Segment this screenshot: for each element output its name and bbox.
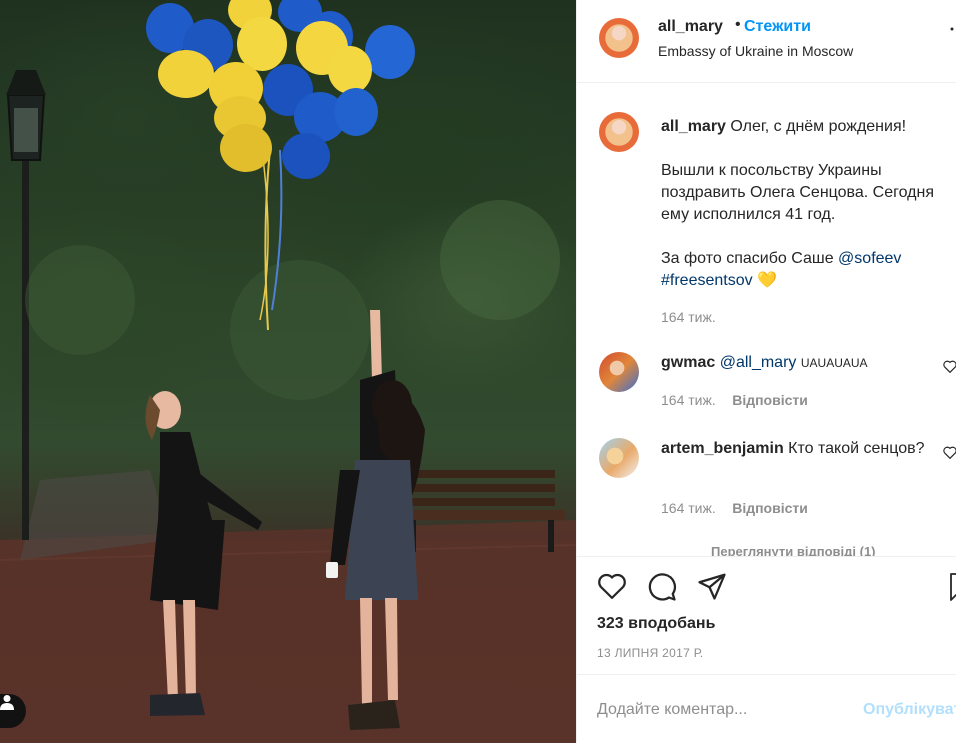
reply-button[interactable]: Відповісти <box>732 500 808 516</box>
location-link[interactable]: Embassy of Ukraine in Moscow <box>658 43 853 59</box>
like-comment-icon[interactable] <box>943 446 956 459</box>
like-comment-icon[interactable] <box>943 360 956 373</box>
comment-text: UAUAUAUA <box>800 356 868 370</box>
caption-thanks: За фото спасибо Саше <box>661 250 834 267</box>
comment-time[interactable]: 164 тиж. <box>661 500 716 516</box>
comment-input[interactable] <box>597 697 847 723</box>
follow-button[interactable]: Стежити <box>744 18 811 36</box>
post-panel: all_mary • Стежити Embassy of Ukraine in… <box>576 0 956 743</box>
heart-icon[interactable] <box>597 572 627 600</box>
more-options-icon[interactable] <box>947 22 956 36</box>
comment-username[interactable]: gwmac <box>661 354 715 371</box>
comment-time[interactable]: 164 тиж. <box>661 392 716 408</box>
mention-link[interactable]: @all_mary <box>720 354 797 371</box>
post-photo[interactable] <box>0 0 576 743</box>
caption-username[interactable]: all_mary <box>661 118 726 135</box>
comments-list[interactable]: all_mary Олег, с днём рождения! Вышли к … <box>577 84 956 556</box>
mention-link[interactable]: @sofeev <box>838 250 901 267</box>
likes-count[interactable]: 323 вподобань <box>597 615 715 633</box>
add-comment-bar: Опублікувати <box>577 674 956 743</box>
photo-scene <box>0 0 576 743</box>
header-username[interactable]: all_mary <box>658 18 723 36</box>
post-header: all_mary • Стежити Embassy of Ukraine in… <box>577 0 956 83</box>
comment-text: Кто такой сенцов? <box>788 440 925 457</box>
comment-username[interactable]: artem_benjamin <box>661 440 784 457</box>
view-replies-button[interactable]: Переглянути відповіді (1) <box>711 544 876 556</box>
avatar[interactable] <box>599 112 639 152</box>
bookmark-icon[interactable] <box>949 572 956 602</box>
share-icon[interactable] <box>697 572 727 600</box>
post-date[interactable]: 13 ЛИПНЯ 2017 Р. <box>597 646 703 660</box>
reply-button[interactable]: Відповісти <box>732 392 808 408</box>
separator-dot: • <box>735 16 741 33</box>
post-actions: 323 вподобань 13 ЛИПНЯ 2017 Р. <box>577 556 956 674</box>
caption-line: Олег, с днём рождения! <box>730 118 907 135</box>
publish-button[interactable]: Опублікувати <box>863 701 956 719</box>
heart-emoji: 💛 <box>757 272 777 289</box>
hashtag-link[interactable]: #freesentsov <box>661 272 753 289</box>
caption-paragraph: Вышли к посольству Украины поздравить Ол… <box>661 162 934 223</box>
comment-icon[interactable] <box>647 572 677 602</box>
avatar[interactable] <box>599 438 639 478</box>
user-icon <box>0 695 14 710</box>
avatar[interactable] <box>599 18 639 58</box>
caption-time[interactable]: 164 тиж. <box>661 309 716 325</box>
avatar[interactable] <box>599 352 639 392</box>
